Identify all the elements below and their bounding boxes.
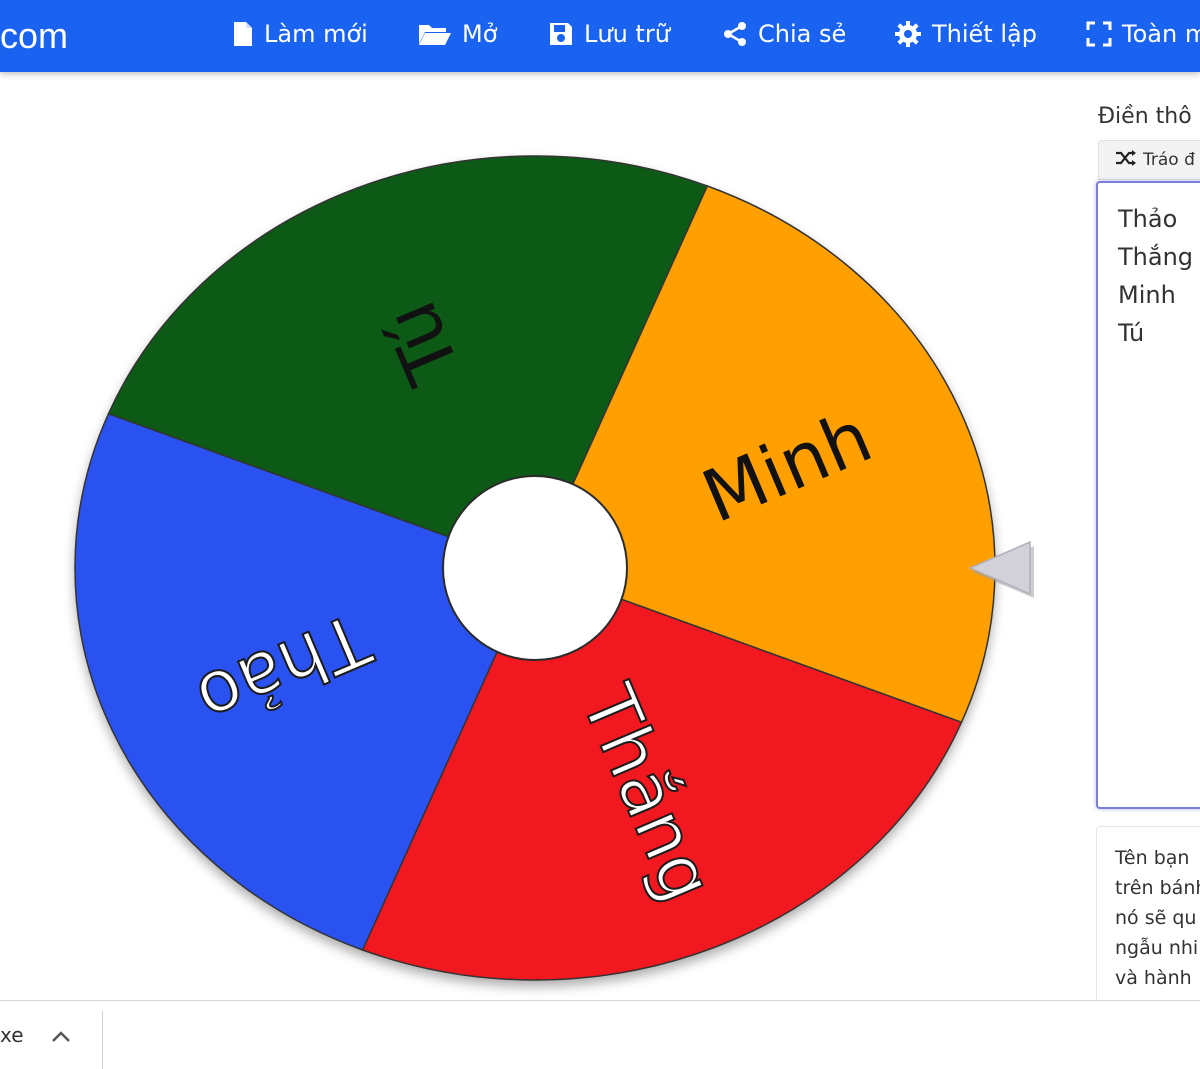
fullscreen-icon <box>1086 21 1112 47</box>
shuffle-icon <box>1115 149 1137 171</box>
shuffle-button-label: Tráo đ <box>1143 150 1195 170</box>
settings-button-label: Thiết lập <box>932 20 1037 48</box>
new-button[interactable]: Làm mới <box>232 16 368 52</box>
open-button[interactable]: Mở <box>418 16 497 52</box>
save-button-label: Lưu trữ <box>584 20 670 48</box>
fullscreen-button-label: Toàn m <box>1122 20 1200 48</box>
download-file-name[interactable]: xe <box>0 1023 24 1047</box>
names-input-label: Điền thô <box>1098 104 1192 129</box>
new-button-label: Làm mới <box>264 20 368 48</box>
share-button[interactable]: Chia sẻ <box>722 16 846 52</box>
name-line: Thảo <box>1118 205 1178 233</box>
fullscreen-button[interactable]: Toàn m <box>1086 16 1200 52</box>
gear-icon <box>894 20 922 48</box>
description-line: nó sẽ qu <box>1115 907 1197 929</box>
share-button-label: Chia sẻ <box>758 20 847 48</box>
description-line: Tên bạn <box>1115 847 1190 869</box>
description-line: và hành <box>1115 967 1192 989</box>
download-bar: xe <box>0 1000 1200 1069</box>
description-line: trên bánh <box>1115 877 1200 899</box>
spin-wheel[interactable]: ThảoTúMinhThắng <box>0 72 1080 1002</box>
brand-logo-text[interactable]: com <box>0 8 68 64</box>
share-icon <box>722 21 748 47</box>
name-line: Minh <box>1118 281 1176 309</box>
shuffle-button[interactable]: Tráo đ <box>1098 140 1200 180</box>
open-button-label: Mở <box>462 20 498 48</box>
folder-open-icon <box>418 22 452 46</box>
top-navbar: com Làm mới Mở Lưu trữ Chia sẻ Thiết lập <box>0 0 1200 72</box>
divider <box>102 1011 103 1069</box>
spin-wheel-area[interactable]: Thảo Tú Minh Thắng <box>0 72 1080 1002</box>
wheel-center-hub[interactable] <box>442 475 628 661</box>
name-line: Tú <box>1118 319 1145 347</box>
save-button[interactable]: Lưu trữ <box>548 16 670 52</box>
chevron-up-icon[interactable] <box>50 1029 72 1048</box>
settings-button[interactable]: Thiết lập <box>894 16 1037 52</box>
names-textarea[interactable]: Thảo Thắng Minh Tú <box>1096 181 1200 809</box>
file-icon <box>232 21 254 47</box>
description-line: ngẫu nhi <box>1115 937 1199 959</box>
name-line: Thắng <box>1118 243 1194 271</box>
save-icon <box>548 21 574 47</box>
description-panel: Tên bạn trên bánh nó sẽ qu ngẫu nhi và h… <box>1096 826 1200 1006</box>
